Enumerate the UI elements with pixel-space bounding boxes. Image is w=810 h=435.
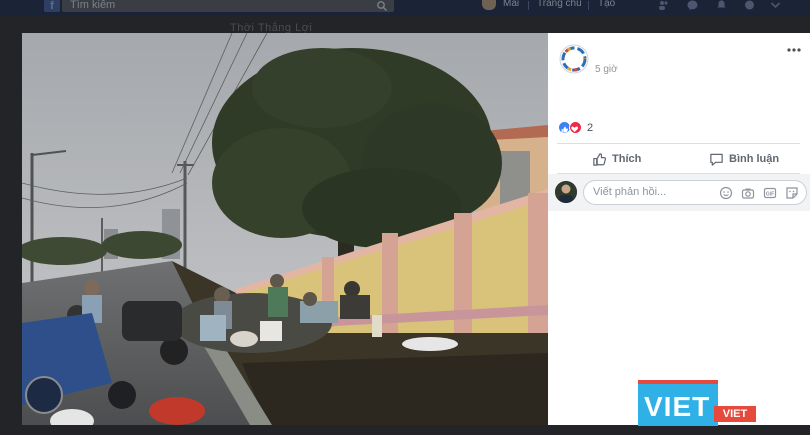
comment-placeholder: Viết phản hồi...	[593, 186, 667, 198]
nav-create[interactable]: Tạo	[598, 0, 615, 9]
vietnamnet-watermark-logo: VIET VIET	[638, 380, 756, 426]
search-placeholder: Tìm kiếm	[70, 0, 116, 11]
divider	[557, 143, 800, 144]
comment-button[interactable]: Bình luận	[709, 150, 779, 168]
comment-composer: Viết phản hồi... GIF	[548, 174, 810, 211]
comment-input[interactable]: Viết phản hồi... GIF	[583, 180, 807, 205]
nav-divider	[528, 1, 529, 10]
search-icon[interactable]	[376, 0, 388, 12]
reaction-count: 2	[587, 122, 594, 134]
account-menu-icon[interactable]	[770, 0, 781, 10]
street-scene-image	[22, 33, 548, 425]
like-label: Thích	[612, 153, 642, 165]
nav-divider	[588, 1, 589, 10]
help-icon[interactable]	[744, 0, 755, 10]
reaction-summary[interactable]: 2	[558, 121, 618, 135]
post-detail-panel: 5 giờ 2 Thích Bình luận Viết phản hồi...…	[548, 33, 810, 425]
comment-icon	[710, 153, 723, 166]
gif-icon[interactable]: GIF	[763, 186, 777, 200]
messenger-icon[interactable]	[687, 0, 698, 10]
profile-avatar[interactable]	[482, 0, 496, 10]
love-reaction-icon	[569, 121, 582, 134]
nav-profile-name[interactable]: Mai	[503, 0, 519, 9]
camera-icon[interactable]	[741, 186, 755, 200]
emoji-icon[interactable]	[719, 186, 733, 200]
watermark-main-text: VIET	[644, 391, 711, 422]
like-button[interactable]: Thích	[592, 150, 641, 168]
nav-home[interactable]: Trang chủ	[537, 0, 582, 9]
friends-icon[interactable]	[658, 0, 669, 10]
thumbs-up-icon	[593, 152, 607, 166]
post-timestamp[interactable]: 5 giờ	[595, 64, 618, 75]
notifications-icon[interactable]	[716, 0, 727, 10]
user-avatar[interactable]	[555, 181, 577, 203]
search-input[interactable]: Tìm kiếm	[62, 0, 394, 12]
facebook-logo-icon[interactable]: f	[44, 0, 60, 12]
watermark-main-box: VIET	[638, 380, 718, 426]
post-photo[interactable]	[22, 33, 548, 425]
svg-text:GIF: GIF	[766, 192, 774, 198]
comment-label: Bình luận	[729, 153, 780, 165]
page-avatar[interactable]	[559, 44, 589, 74]
more-options-icon[interactable]	[786, 45, 802, 55]
watermark-sub-text: VIET	[714, 406, 756, 422]
top-navigation-bar: f Tìm kiếm Mai Trang chủ Tạo	[0, 0, 810, 16]
sticker-icon[interactable]	[785, 186, 799, 200]
